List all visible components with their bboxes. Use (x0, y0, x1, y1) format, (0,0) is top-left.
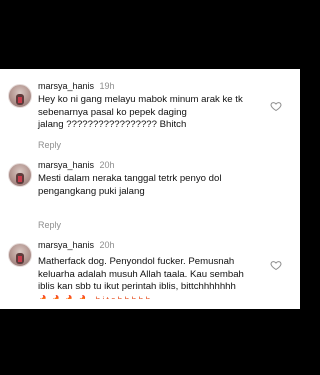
username[interactable]: marsya_hanis (38, 81, 94, 91)
comment-meta: marsya_hanis 19h (38, 80, 115, 92)
heart-outline-icon[interactable] (270, 100, 282, 112)
comment-emoji-row: 🔥🔥🔥🔥 bitchhhhh (38, 295, 268, 299)
timestamp: 19h (99, 81, 115, 91)
username[interactable]: marsya_hanis (38, 240, 94, 250)
avatar[interactable] (8, 243, 32, 267)
avatar[interactable] (8, 163, 32, 187)
avatar[interactable] (8, 84, 32, 108)
reply-button[interactable]: Reply (38, 220, 61, 230)
comment-text: Mesti dalam neraka tanggal tetrk penyo d… (38, 173, 222, 197)
comment-meta: marsya_hanis 20h (38, 159, 115, 171)
timestamp: 20h (99, 160, 115, 170)
comment-text: Hey ko ni gang melayu mabok minum arak k… (38, 94, 243, 130)
comment-text: Matherfack dog. Penyondol fucker. Pemusn… (38, 256, 244, 292)
reply-button[interactable]: Reply (38, 140, 61, 150)
username[interactable]: marsya_hanis (38, 160, 94, 170)
comment-meta: marsya_hanis 20h (38, 239, 115, 251)
comments-panel: marsya_hanis 19h Hey ko ni gang melayu m… (0, 69, 300, 309)
heart-outline-icon[interactable] (270, 259, 282, 271)
timestamp: 20h (99, 240, 115, 250)
